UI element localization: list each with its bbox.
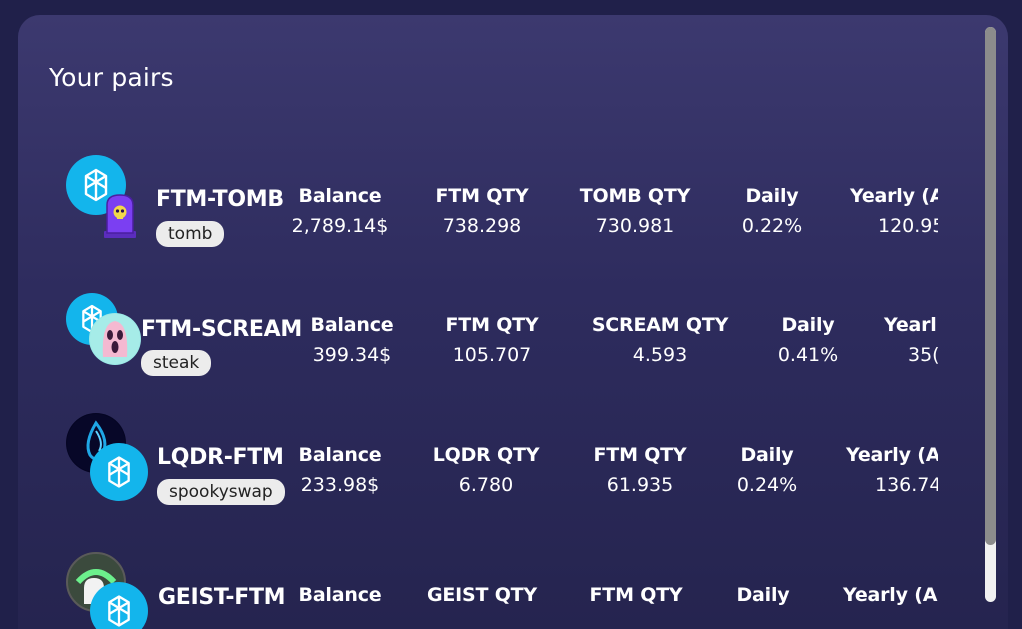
dex-badge: steak <box>141 350 212 376</box>
tomb-token-icon <box>102 193 138 239</box>
pairs-list[interactable]: FTM-TOMB tomb Balance 2,789.14$ FTM QTY … <box>18 15 938 629</box>
pair-name: GEIST-FTM <box>158 585 286 610</box>
scrollbar-thumb[interactable] <box>985 27 996 545</box>
stat-yearly: Yearly (A 136.74 <box>846 444 938 496</box>
stat-daily: Daily <box>736 584 790 606</box>
stat-balance: Balance 233.98$ <box>298 444 382 496</box>
pair-row[interactable]: FTM-SCREAM steak Balance 399.34$ FTM QTY… <box>18 293 938 393</box>
stat-token-a-qty: GEIST QTY <box>427 584 537 606</box>
stat-balance: Balance 2,789.14$ <box>291 185 389 237</box>
pair-row[interactable]: GEIST-FTM Balance GEIST QTY FTM QTY Dail… <box>18 552 938 629</box>
pair-row[interactable]: FTM-TOMB tomb Balance 2,789.14$ FTM QTY … <box>18 155 938 255</box>
stat-daily: Daily 0.22% <box>741 185 803 237</box>
pair-name: FTM-TOMB <box>156 187 284 212</box>
stat-balance: Balance 399.34$ <box>310 314 394 366</box>
pair-row[interactable]: LQDR-FTM spookyswap Balance 233.98$ LQDR… <box>18 413 938 513</box>
stat-yearly: Yearly (A <box>843 584 938 606</box>
dex-badge: tomb <box>156 221 225 247</box>
scrollbar[interactable] <box>985 27 996 602</box>
pair-name: FTM-SCREAM <box>141 317 302 342</box>
stat-yearly: Yearl 35( <box>884 314 938 366</box>
pair-name: LQDR-FTM <box>157 445 284 470</box>
stat-token-b-qty: TOMB QTY 730.981 <box>579 185 691 237</box>
stat-token-a-qty: FTM QTY 738.298 <box>435 185 529 237</box>
stat-daily: Daily 0.41% <box>777 314 839 366</box>
scream-token-icon <box>89 313 141 365</box>
stat-balance: Balance <box>298 584 382 606</box>
stat-token-b-qty: FTM QTY <box>589 584 683 606</box>
stat-token-b-qty: FTM QTY 61.935 <box>593 444 687 496</box>
fantom-token-icon <box>90 582 148 629</box>
stat-daily: Daily 0.24% <box>736 444 798 496</box>
pairs-panel: Your pairs FTM-TOMB tomb Balance 2,789.1… <box>18 15 1008 629</box>
stat-token-a-qty: FTM QTY 105.707 <box>445 314 539 366</box>
stat-token-b-qty: SCREAM QTY 4.593 <box>591 314 729 366</box>
dex-badge: spookyswap <box>157 479 285 505</box>
stat-token-a-qty: LQDR QTY 6.780 <box>432 444 540 496</box>
stat-yearly: Yearly (A 120.95 <box>850 185 938 237</box>
fantom-token-icon <box>90 443 148 501</box>
